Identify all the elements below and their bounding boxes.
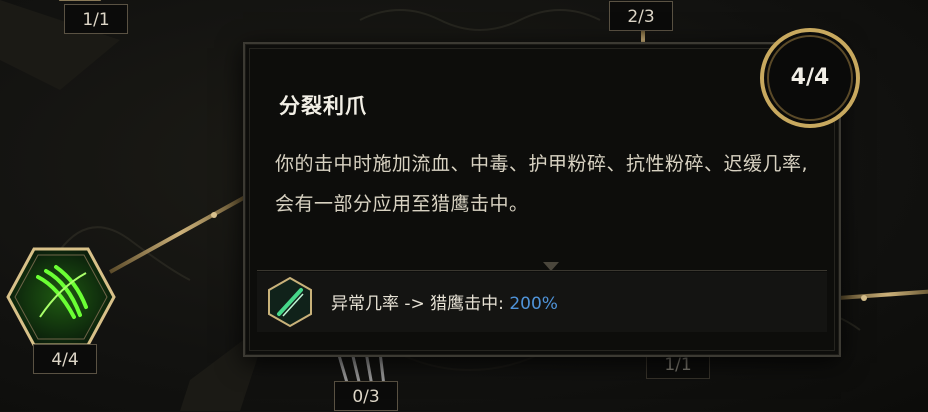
skill-description: 你的击中时施加流血、中毒、护甲粉碎、抗性粉碎、迟缓几率, 会有一部分应用至猎鹰击…	[275, 153, 809, 215]
node-counter: 2/3	[609, 1, 673, 31]
tree-connector-left	[109, 192, 251, 274]
stat-value: 200%	[509, 294, 558, 314]
tree-connector-right	[837, 289, 928, 300]
connector-dot	[211, 212, 217, 218]
connector-dot	[861, 295, 867, 301]
tooltip-divider	[257, 270, 827, 271]
points-badge-label: 4/4	[790, 65, 830, 90]
blade-icon	[268, 276, 312, 328]
skill-node-split-claw[interactable]	[6, 247, 116, 347]
skill-tooltip: 分裂利爪 你的击中时施加流血、中毒、护甲粉碎、抗性粉碎、迟缓几率, 会有一部分应…	[243, 42, 841, 357]
node-counter: 1/1	[64, 4, 128, 34]
node-counter: 0/3	[334, 381, 398, 411]
node-counter: 4/4	[33, 344, 97, 374]
stat-label: 异常几率 -> 猎鹰击中:	[331, 294, 510, 314]
skill-title: 分裂利爪	[279, 94, 367, 118]
stat-text: 异常几率 -> 猎鹰击中: 200%	[331, 289, 558, 314]
